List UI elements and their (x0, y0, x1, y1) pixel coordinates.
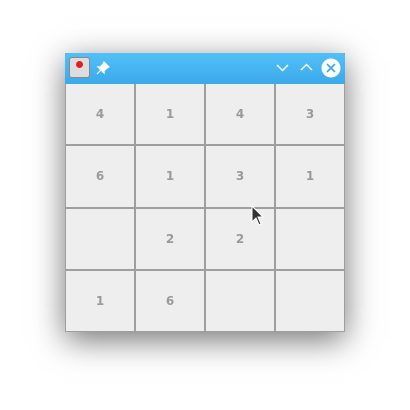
grid-cell[interactable] (276, 270, 344, 331)
number-grid: 4 1 4 3 6 1 3 1 2 2 1 6 (65, 84, 345, 332)
minimize-icon[interactable] (276, 63, 289, 73)
grid-cell[interactable]: 3 (206, 146, 274, 207)
grid-cell[interactable]: 3 (276, 84, 344, 145)
grid-cell[interactable]: 4 (206, 84, 274, 145)
grid-cell[interactable]: 1 (136, 84, 204, 145)
grid-cell[interactable]: 1 (276, 146, 344, 207)
grid-cell[interactable]: 4 (66, 84, 134, 145)
grid-cell[interactable]: 1 (66, 270, 134, 331)
title-bar[interactable] (65, 53, 345, 84)
grid-cell[interactable]: 1 (136, 146, 204, 207)
mouse-cursor-icon (251, 205, 265, 226)
grid-cell[interactable] (276, 208, 344, 269)
grid-cell[interactable]: 6 (66, 146, 134, 207)
maximize-icon[interactable] (300, 62, 313, 72)
grid-cell[interactable]: 6 (136, 270, 204, 331)
grid-cell[interactable] (206, 270, 274, 331)
grid-cell[interactable]: 2 (136, 208, 204, 269)
close-icon[interactable] (321, 58, 341, 78)
pin-icon[interactable] (96, 61, 110, 75)
app-icon[interactable] (69, 57, 90, 78)
grid-cell[interactable] (66, 208, 134, 269)
app-window: 4 1 4 3 6 1 3 1 2 2 1 6 (65, 53, 345, 332)
